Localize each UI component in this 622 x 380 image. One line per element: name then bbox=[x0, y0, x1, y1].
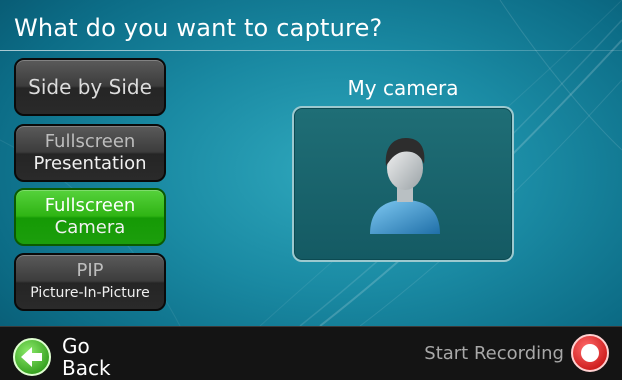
fullscreen-presentation-line2: Presentation bbox=[33, 153, 147, 174]
left-arrow-icon bbox=[13, 338, 51, 376]
fullscreen-camera-line2: Camera bbox=[54, 217, 126, 238]
fullscreen-presentation-button[interactable]: Fullscreen Presentation bbox=[14, 124, 166, 182]
pip-line2: Picture-In-Picture bbox=[30, 285, 150, 301]
fullscreen-camera-button[interactable]: Fullscreen Camera bbox=[14, 188, 166, 246]
side-by-side-button[interactable]: Side by Side bbox=[14, 58, 166, 116]
go-back-label: Go Back bbox=[62, 334, 111, 380]
camera-preview-panel[interactable] bbox=[292, 106, 514, 262]
pip-button[interactable]: PIP Picture-In-Picture bbox=[14, 253, 166, 311]
start-recording-label[interactable]: Start Recording bbox=[424, 343, 564, 364]
page-title: What do you want to capture? bbox=[14, 14, 383, 42]
title-divider bbox=[0, 50, 622, 51]
capture-screen: What do you want to capture? Side by Sid… bbox=[0, 0, 622, 380]
record-icon[interactable] bbox=[570, 333, 610, 373]
pip-line1: PIP bbox=[76, 260, 104, 281]
bottom-bar: Go Back Start Recording bbox=[0, 326, 622, 380]
person-silhouette-icon bbox=[370, 138, 440, 234]
camera-preview-label: My camera bbox=[347, 76, 459, 100]
fullscreen-presentation-line1: Fullscreen bbox=[44, 131, 136, 152]
fullscreen-camera-line1: Fullscreen bbox=[44, 195, 136, 216]
go-back-button[interactable]: Go Back bbox=[12, 335, 132, 379]
side-by-side-label: Side by Side bbox=[28, 75, 152, 99]
